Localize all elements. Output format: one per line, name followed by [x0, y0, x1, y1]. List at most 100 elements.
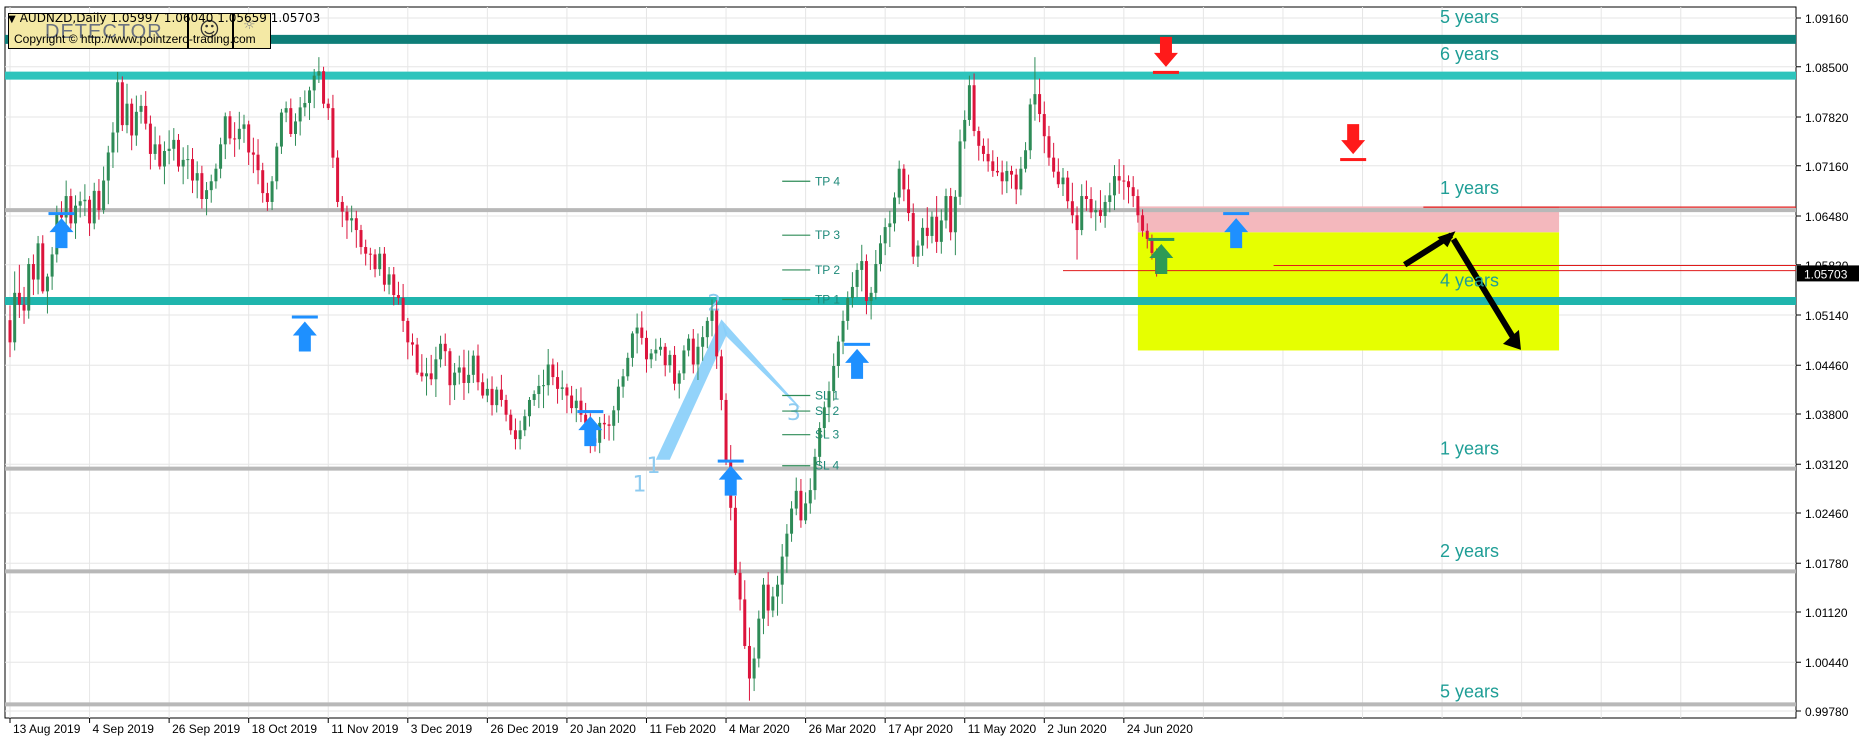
candle-body	[808, 490, 812, 504]
candle-body	[953, 196, 957, 233]
level-label: 4 years	[1440, 271, 1499, 291]
candle-body	[574, 400, 578, 409]
candle-body	[518, 430, 522, 440]
candle-body	[167, 148, 171, 151]
x-axis-label: 4 Mar 2020	[729, 722, 790, 736]
candle-body	[439, 343, 443, 360]
candle-body	[373, 254, 377, 270]
target-label: TP 2	[815, 263, 840, 277]
candle-body	[378, 253, 382, 270]
candle-body	[602, 422, 606, 425]
candle-body	[162, 150, 166, 167]
candle-body	[396, 295, 400, 299]
arrow-bar	[577, 410, 604, 414]
candle-body	[668, 354, 672, 366]
candle-body	[733, 507, 737, 573]
candle-body	[635, 327, 639, 334]
target-label: SL 1	[815, 389, 840, 403]
candle-body	[1098, 210, 1102, 216]
candle-body	[382, 253, 386, 285]
candle-body	[1033, 94, 1037, 105]
candle-body	[50, 254, 54, 277]
candle-body	[195, 173, 199, 181]
y-axis-label: 1.02460	[1805, 507, 1849, 521]
candle-body	[120, 82, 124, 126]
candle-body	[1014, 174, 1018, 190]
candle-body	[317, 71, 321, 76]
chart-window[interactable]: 1 2 3 1 TP 4 TP 3 TP 2 TP 1 SL 1 SL 2 SL 3 SL 45 ye…	[0, 0, 1866, 747]
candle-body	[1127, 181, 1131, 188]
candle-body	[523, 416, 527, 431]
chart-canvas[interactable]: 1231TP 4TP 3TP 2TP 1SL 1SL 2SL 3SL 45 ye…	[0, 0, 1866, 747]
pattern-label: 2	[707, 292, 721, 317]
candle-body	[31, 264, 35, 280]
candle-body	[776, 584, 780, 597]
candle-body	[223, 116, 227, 145]
candle-body	[490, 388, 494, 406]
candle-body	[719, 356, 723, 400]
candle-body	[8, 320, 12, 343]
candle-body	[345, 211, 349, 221]
candle-body	[251, 152, 255, 155]
candle-body	[860, 261, 864, 270]
candle-body	[78, 201, 82, 206]
candle-body	[1080, 196, 1084, 231]
y-axis-label: 1.04460	[1805, 359, 1849, 373]
copyright-text: Copyright © http://www.pointzero-trading…	[14, 32, 256, 46]
y-axis-label: 0.99780	[1805, 705, 1849, 719]
candle-body	[368, 253, 372, 255]
x-axis-label: 24 Jun 2020	[1127, 722, 1193, 736]
candle-body	[279, 112, 283, 147]
candle-body	[1131, 187, 1135, 197]
level-label: 1 years	[1440, 438, 1499, 458]
arrow-bar	[1148, 237, 1175, 241]
candle-body	[45, 276, 49, 292]
candle-body	[1089, 199, 1093, 213]
candle-body	[850, 286, 854, 299]
candle-body	[443, 343, 447, 352]
candle-body	[855, 269, 859, 287]
candle-body	[944, 196, 948, 221]
candle-body	[560, 387, 564, 389]
candle-body	[832, 365, 836, 392]
current-price-label: 1.05703	[1804, 267, 1848, 281]
candle-body	[401, 298, 405, 321]
candle-body	[186, 159, 190, 161]
candle-body	[481, 382, 485, 396]
candle-body	[1112, 176, 1116, 196]
x-axis-label: 26 Sep 2019	[172, 722, 240, 736]
candle-body	[804, 503, 808, 521]
candle-body	[1038, 94, 1042, 115]
candle-body	[1108, 195, 1112, 202]
candle-body	[766, 584, 770, 611]
candle-body	[682, 350, 686, 374]
candle-body	[387, 274, 391, 285]
candle-body	[1000, 172, 1004, 182]
candle-body	[1094, 210, 1098, 213]
candle-body	[106, 152, 110, 181]
symbol-info-text: AUDNZD,Daily 1.05997 1.06040 1.05659 1.0…	[19, 11, 321, 25]
candle-body	[289, 108, 293, 134]
candle-body	[527, 399, 531, 417]
x-axis-label: 26 Mar 2020	[809, 722, 877, 736]
candle-body	[743, 599, 747, 646]
candle-body	[790, 508, 794, 534]
candle-body	[261, 170, 265, 194]
candle-body	[22, 304, 26, 311]
candle-body	[504, 399, 508, 415]
candle-body	[822, 407, 826, 429]
candle-body	[467, 374, 471, 383]
candle-body	[242, 124, 246, 129]
arrow-bar	[1223, 212, 1250, 216]
collapse-triangle-icon[interactable]: ▼	[8, 14, 16, 25]
candle-body	[893, 197, 897, 224]
target-label: TP 4	[815, 174, 840, 188]
candle-body	[616, 386, 620, 411]
candle-body	[219, 144, 223, 169]
candle-body	[883, 227, 887, 244]
candle-body	[144, 105, 148, 124]
candle-body	[1052, 157, 1056, 172]
candle-body	[761, 584, 765, 619]
candle-body	[1070, 201, 1074, 216]
candle-body	[191, 159, 195, 181]
